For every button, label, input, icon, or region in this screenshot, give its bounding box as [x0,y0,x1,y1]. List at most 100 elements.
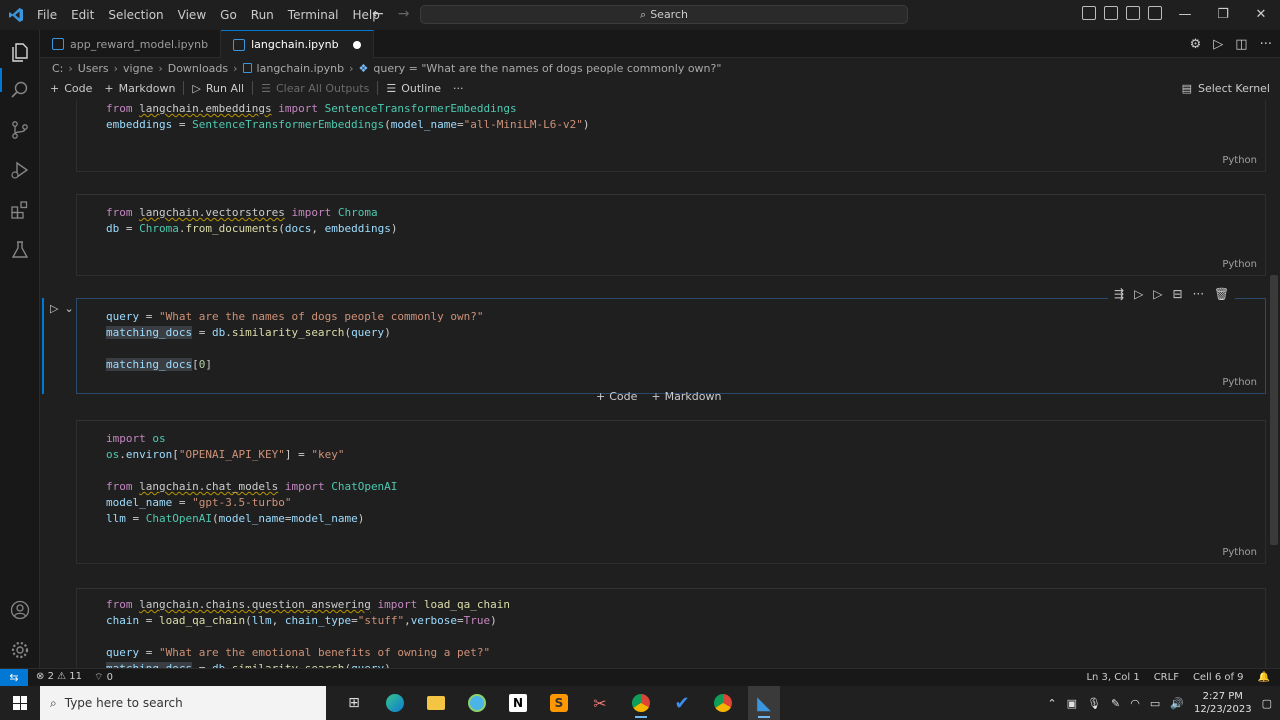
clock[interactable]: 2:27 PM 12/23/2023 [1194,690,1252,716]
breadcrumb-item[interactable]: Downloads [168,62,228,75]
minimize-icon[interactable]: — [1166,0,1204,30]
tab-langchain[interactable]: langchain.ipynb [221,30,374,58]
restore-icon[interactable]: ❐ [1204,0,1242,30]
command-center-search[interactable]: ⌕ Search [420,5,908,24]
pen-icon[interactable]: ✎ [1111,697,1120,710]
cell-language-label[interactable]: Python [1222,547,1257,558]
split-editor-icon[interactable]: ◫ [1235,37,1247,52]
breadcrumb-item[interactable]: vigne [123,62,153,75]
settings-gear-icon[interactable]: ⚙ [1190,37,1202,52]
accounts-icon[interactable] [8,598,32,622]
browser-icon[interactable] [461,686,493,720]
notion-icon[interactable]: N [502,686,534,720]
menu-run[interactable]: Run [244,0,281,30]
search-icon[interactable] [8,78,32,102]
tray-app-icon[interactable]: ▣ [1067,697,1077,710]
chrome-icon[interactable] [625,686,657,720]
menu-terminal[interactable]: Terminal [281,0,346,30]
cell-language-label[interactable]: Python [1222,155,1257,166]
customize-layout-icon[interactable] [1148,6,1162,20]
code-cell[interactable]: import os os.environ["OPENAI_API_KEY"] =… [76,420,1266,564]
menu-selection[interactable]: Selection [101,0,170,30]
vscode-taskbar-icon[interactable]: ◣ [748,686,780,720]
execute-above-icon[interactable]: ⇶ [1114,287,1124,301]
menu-view[interactable]: View [171,0,213,30]
chevron-down-icon[interactable]: ⌄ [64,302,73,315]
more-actions-icon[interactable]: ··· [1260,37,1272,52]
cell-language-label[interactable]: Python [1222,259,1257,270]
cell-code[interactable]: from langchain.chains.question_answering… [106,597,510,668]
cell-code[interactable]: import os os.environ["OPENAI_API_KEY"] =… [106,431,397,527]
testing-icon[interactable] [8,238,32,262]
toggle-panel-icon[interactable] [1104,6,1118,20]
file-explorer-icon[interactable] [420,686,452,720]
code-cell[interactable]: from langchain.embeddings import Sentenc… [76,100,1266,172]
notification-center-icon[interactable]: ▢ [1262,697,1272,710]
problems-status[interactable]: ⊗ 2 ⚠ 11 [36,671,82,684]
breadcrumb-item[interactable]: langchain.ipynb [257,62,345,75]
start-button[interactable] [0,686,40,720]
task-view-icon[interactable]: ⊞ [338,686,370,720]
toggle-primary-sidebar-icon[interactable] [1082,6,1096,20]
remote-indicator-icon[interactable]: ⇆ [0,668,28,687]
chevron-up-icon[interactable]: ⌃ [1047,697,1056,710]
ports-status[interactable]: ⌔ 0 [94,671,113,684]
breadcrumb-item[interactable]: Users [78,62,109,75]
taskbar-search[interactable]: ⌕ Type here to search [40,686,326,720]
code-cell-focused[interactable]: query = "What are the names of dogs peop… [76,298,1266,394]
notifications-bell-icon[interactable]: 🔔 [1258,672,1270,683]
sublime-text-icon[interactable]: S [543,686,575,720]
line-ending[interactable]: CRLF [1154,672,1179,683]
manage-gear-icon[interactable] [8,638,32,662]
run-and-debug-icon[interactable] [8,158,32,182]
menu-edit[interactable]: Edit [64,0,101,30]
add-markdown-cell-button[interactable]: + Markdown [98,78,181,98]
cell-code[interactable]: from langchain.embeddings import Sentenc… [106,101,590,133]
select-kernel-button[interactable]: ▤ Select Kernel [1182,78,1270,98]
run-icon[interactable]: ▷ [1213,37,1223,52]
execute-below-icon[interactable]: ▷ [1153,287,1162,301]
code-cell[interactable]: from langchain.vectorstores import Chrom… [76,194,1266,276]
cell-indicator[interactable]: Cell 6 of 9 [1193,672,1244,683]
back-arrow-icon[interactable]: ← [372,6,384,22]
cell-language-label[interactable]: Python [1222,377,1257,388]
battery-icon[interactable]: ▭ [1150,697,1160,710]
editor-scrollbar[interactable] [1270,275,1278,545]
run-all-button[interactable]: ▷ Run All [186,78,250,98]
snipping-tool-icon[interactable]: ✂ [584,686,616,720]
chrome-profile-icon[interactable] [707,686,739,720]
forward-arrow-icon[interactable]: → [398,6,410,22]
cell-code[interactable]: query = "What are the names of dogs peop… [106,309,484,373]
code-cell[interactable]: from langchain.chains.question_answering… [76,588,1266,668]
wifi-icon[interactable]: ◠ [1130,697,1140,710]
unsaved-dot-icon[interactable] [352,40,361,49]
menu-go[interactable]: Go [213,0,244,30]
execute-cell-icon[interactable]: ▷ [1134,287,1143,301]
close-icon[interactable]: ✕ [1242,0,1280,30]
source-control-icon[interactable] [8,118,32,142]
execute-cell-icon[interactable]: ▷ [50,302,58,315]
explorer-icon[interactable] [8,40,32,64]
extensions-icon[interactable] [8,198,32,222]
insert-code-cell-button[interactable]: + Code [596,390,637,403]
todo-icon[interactable]: ✔ [666,686,698,720]
editor-tabs: app_reward_model.ipynb langchain.ipynb [40,30,1280,58]
insert-markdown-cell-button[interactable]: + Markdown [651,390,721,403]
menu-file[interactable]: File [30,0,64,30]
microphone-icon[interactable]: 🎙 [1087,697,1101,710]
delete-cell-icon[interactable]: 🗑 [1214,287,1229,301]
edge-icon[interactable] [379,686,411,720]
cursor-position[interactable]: Ln 3, Col 1 [1086,672,1139,683]
split-cell-icon[interactable]: ⊟ [1173,287,1183,301]
more-icon[interactable]: ··· [1193,287,1204,301]
breadcrumb-item[interactable]: C: [52,62,63,75]
outline-button[interactable]: ☰ Outline [380,78,447,98]
breadcrumb-item[interactable]: query = "What are the names of dogs peop… [373,62,721,75]
cell-code[interactable]: from langchain.vectorstores import Chrom… [106,205,397,237]
tab-app-reward-model[interactable]: app_reward_model.ipynb [40,30,222,58]
toggle-secondary-sidebar-icon[interactable] [1126,6,1140,20]
add-code-cell-button[interactable]: + Code [44,78,98,98]
volume-icon[interactable]: 🔊 [1170,697,1184,710]
more-toolbar-button[interactable]: ··· [447,78,470,98]
clear-all-outputs-button[interactable]: ☰ Clear All Outputs [255,78,375,98]
